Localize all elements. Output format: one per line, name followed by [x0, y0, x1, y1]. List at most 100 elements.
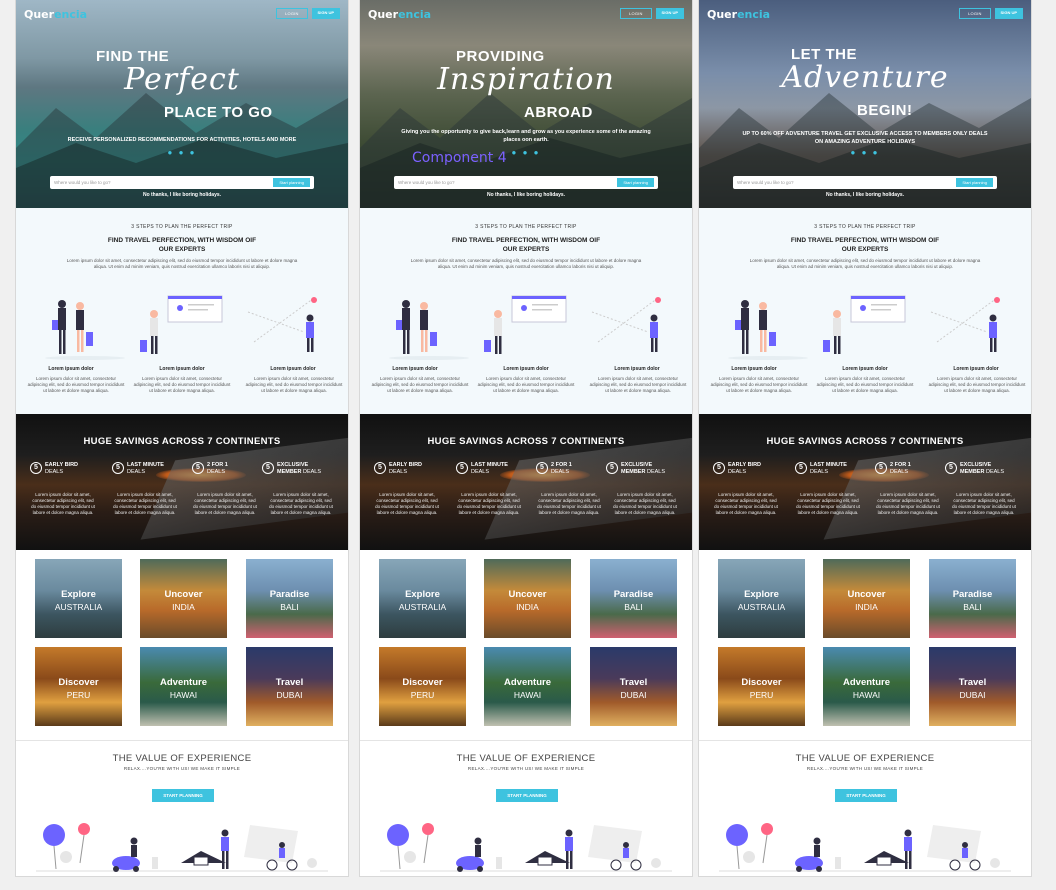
deal-4-text: Lorem ipsum dolor sit amet, consectetur … [613, 492, 677, 515]
destination-place: BALI [963, 602, 982, 612]
destination-place: DUBAI [276, 690, 303, 700]
search-input[interactable]: Where would you like to go? [737, 180, 794, 185]
deal-2-text: Lorem ipsum dolor sit amet, consectetur … [457, 492, 521, 515]
booking-illustration [140, 295, 223, 354]
deal-title: EARLY BIRD [728, 462, 762, 468]
step-2-text: Lorem ipsum dolor sit amet, consectetur … [133, 376, 231, 393]
deal-exclusive-member[interactable]: 5 EXCLUSIVE MEMBER DEALS [945, 462, 1023, 476]
travellers-illustration [389, 300, 469, 360]
brand-logo[interactable]: Querencia [707, 8, 770, 21]
hero-heading-line2: BEGIN! [857, 102, 913, 119]
value-section: THE VALUE OF EXPERIENCE RELAX....YOU'RE … [16, 740, 348, 876]
destination-title: Explore [405, 589, 440, 600]
deal-title: EARLY BIRD [389, 462, 423, 468]
deal-5-icon: 5 [713, 462, 725, 474]
start-planning-button[interactable]: Start planning [273, 178, 310, 187]
destination-tile-dubai[interactable]: Travel DUBAI [246, 647, 333, 726]
value-subtitle: RELAX....YOU'RE WITH US! WE MAKE IT SIMP… [123, 766, 241, 771]
signup-button[interactable]: SIGN UP [994, 8, 1023, 19]
step-3-text: Lorem ipsum dolor sit amet, consectetur … [589, 376, 687, 393]
savings-title: HUGE SAVINGS ACROSS 7 CONTINENTS [427, 436, 625, 447]
start-planning-cta-button[interactable]: START PLANNING [496, 789, 558, 802]
deal-title: LAST MINUTE [127, 462, 164, 468]
deal-title: LAST MINUTE [810, 462, 847, 468]
brand-logo[interactable]: Querencia [368, 8, 431, 21]
top-nav: LOGIN SIGN UP [276, 8, 340, 19]
carousel-dots[interactable]: ● ● ● [699, 148, 1031, 157]
step-2-heading: Lorem ipsum dolor [159, 366, 205, 372]
brand-logo[interactable]: Querencia [24, 8, 87, 21]
signup-button[interactable]: SIGN UP [655, 8, 684, 19]
value-subtitle: RELAX....YOU'RE WITH US! WE MAKE IT SIMP… [467, 766, 585, 771]
step-2-heading: Lorem ipsum dolor [503, 366, 549, 372]
destination-tile-bali[interactable]: Paradise BALI [929, 559, 1016, 638]
destination-tile-bali[interactable]: Paradise BALI [246, 559, 333, 638]
deal-2-text: Lorem ipsum dolor sit amet, consectetur … [796, 492, 860, 515]
deal-2-for-1[interactable]: 5 2 FOR 1 DEALS [192, 462, 270, 476]
carousel-dots[interactable]: ● ● ● [16, 148, 348, 157]
deal-title: 2 FOR 1 [551, 462, 572, 468]
destination-tile-peru[interactable]: Discover PERU [379, 647, 466, 726]
destination-tile-peru[interactable]: Discover PERU [718, 647, 805, 726]
destination-title: Paradise [613, 589, 654, 600]
start-planning-button[interactable]: Start planning [956, 178, 993, 187]
value-subtitle: RELAX....YOU'RE WITH US! WE MAKE IT SIMP… [806, 766, 924, 771]
destination-tile-india[interactable]: Uncover INDIA [484, 559, 571, 638]
travellers-illustration [728, 300, 808, 360]
destination-tile-india[interactable]: Uncover INDIA [140, 559, 227, 638]
deal-early-bird[interactable]: 5 EARLY BIRD DEALS [713, 462, 791, 476]
steps-paragraph: Lorem ipsum dolor sit amet, consectetur … [66, 258, 298, 269]
deal-last-minute[interactable]: 5 LAST MINUTE DEALS [795, 462, 873, 476]
destination-tile-dubai[interactable]: Travel DUBAI [590, 647, 677, 726]
start-planning-button[interactable]: Start planning [617, 178, 654, 187]
step-1-text: Lorem ipsum dolor sit amet, consectetur … [710, 376, 808, 393]
deal-title: LAST MINUTE [471, 462, 508, 468]
destination-tile-hawaii[interactable]: Adventure HAWAI [484, 647, 571, 726]
deal-3-text: Lorem ipsum dolor sit amet, consectetur … [193, 492, 257, 515]
destination-place: DUBAI [620, 690, 647, 700]
deal-5-icon: 5 [606, 462, 618, 474]
destination-tile-australia[interactable]: Explore AUSTRALIA [718, 559, 805, 638]
hero-heading-line2: PLACE TO GO [164, 104, 273, 121]
search-input[interactable]: Where would you like to go? [54, 180, 111, 185]
deal-early-bird[interactable]: 5 EARLY BIRD DEALS [30, 462, 108, 476]
no-thanks-link[interactable]: No thanks, I like boring holidays. [360, 192, 692, 198]
search-input[interactable]: Where would you like to go? [398, 180, 455, 185]
start-planning-cta-button[interactable]: START PLANNING [152, 789, 214, 802]
destination-tile-india[interactable]: Uncover INDIA [823, 559, 910, 638]
deal-1-text: Lorem ipsum dolor sit amet, consectetur … [375, 492, 439, 515]
deal-early-bird[interactable]: 5 EARLY BIRD DEALS [374, 462, 452, 476]
destination-tile-dubai[interactable]: Travel DUBAI [929, 647, 1016, 726]
step-3-text: Lorem ipsum dolor sit amet, consectetur … [928, 376, 1026, 393]
no-thanks-link[interactable]: No thanks, I like boring holidays. [16, 192, 348, 198]
destination-place: INDIA [516, 602, 539, 612]
destination-title: Uncover [164, 589, 203, 600]
hero-subtitle: Giving you the opportunity to give back,… [401, 129, 651, 143]
deal-5-icon: 5 [875, 462, 887, 474]
login-button[interactable]: LOGIN [620, 8, 652, 19]
destination-tile-hawaii[interactable]: Adventure HAWAI [823, 647, 910, 726]
deal-2-for-1[interactable]: 5 2 FOR 1 DEALS [875, 462, 953, 476]
signup-button[interactable]: SIGN UP [311, 8, 340, 19]
component-overlay-label: Component 4 [412, 150, 507, 166]
destination-tile-australia[interactable]: Explore AUSTRALIA [35, 559, 122, 638]
design-canvas: Querencia LOGIN SIGN UP FIND THE Perfect… [0, 0, 1056, 890]
destination-tile-peru[interactable]: Discover PERU [35, 647, 122, 726]
destination-tile-australia[interactable]: Explore AUSTRALIA [379, 559, 466, 638]
deal-subtitle: DEALS [127, 469, 146, 475]
login-button[interactable]: LOGIN [959, 8, 991, 19]
deal-exclusive-member[interactable]: 5 EXCLUSIVE MEMBER DEALS [262, 462, 340, 476]
destination-title: Explore [744, 589, 779, 600]
no-thanks-link[interactable]: No thanks, I like boring holidays. [699, 192, 1031, 198]
deal-subtitle: DEALS [646, 469, 666, 475]
destination-tile-hawaii[interactable]: Adventure HAWAI [140, 647, 227, 726]
destination-tile-bali[interactable]: Paradise BALI [590, 559, 677, 638]
deal-title: EXCLUSIVE [621, 462, 653, 468]
start-planning-cta-button[interactable]: START PLANNING [835, 789, 897, 802]
deal-last-minute[interactable]: 5 LAST MINUTE DEALS [112, 462, 190, 476]
deal-last-minute[interactable]: 5 LAST MINUTE DEALS [456, 462, 534, 476]
login-button[interactable]: LOGIN [276, 8, 308, 19]
carousel-dots[interactable]: ● ● ● [360, 148, 692, 157]
deal-2-for-1[interactable]: 5 2 FOR 1 DEALS [536, 462, 614, 476]
deal-exclusive-member[interactable]: 5 EXCLUSIVE MEMBER DEALS [606, 462, 684, 476]
